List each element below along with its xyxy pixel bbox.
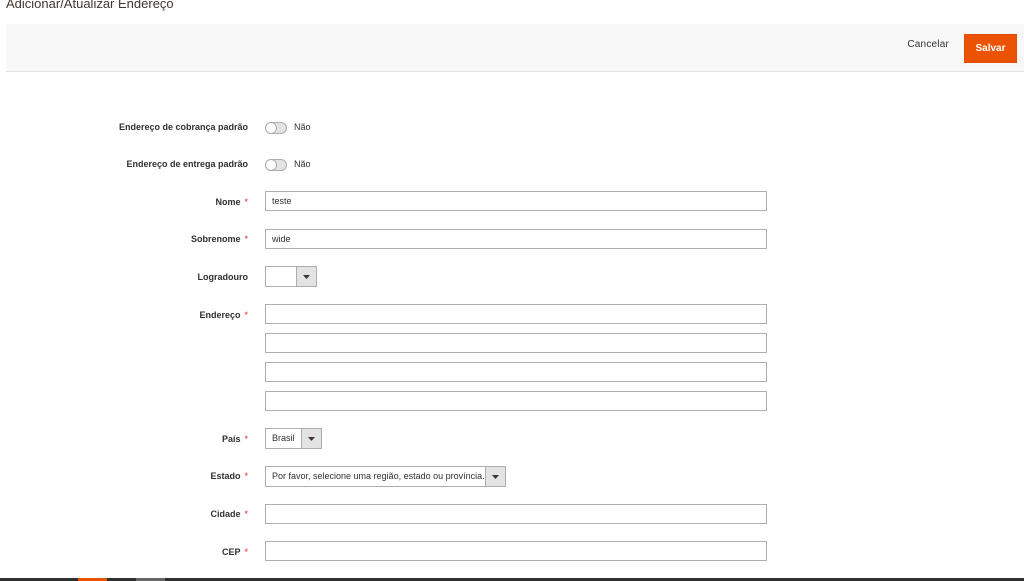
postcode-label: CEP * — [48, 547, 248, 557]
region-select[interactable]: Por favor, selecione uma região, estado … — [265, 466, 506, 487]
country-value: Brasil — [272, 433, 295, 443]
default-billing-toggle[interactable] — [265, 122, 287, 134]
street-prefix-label-text: Logradouro — [197, 272, 249, 282]
last-name-label-text: Sobrenome — [190, 234, 241, 244]
postcode-input[interactable] — [265, 541, 767, 561]
chevron-down-icon — [296, 267, 316, 286]
required-marker: * — [244, 547, 248, 557]
default-billing-label-text: Endereço de cobrança padrão — [118, 122, 248, 132]
page-title: Adicionar/Atualizar Endereço — [6, 0, 174, 11]
street-line-2-input[interactable] — [265, 333, 767, 353]
default-shipping-toggle[interactable] — [265, 159, 287, 171]
country-label-text: País — [221, 434, 241, 444]
required-marker: * — [244, 197, 248, 207]
first-name-input[interactable]: teste — [265, 191, 767, 211]
street-label: Endereço * — [48, 310, 248, 320]
country-label: País * — [48, 434, 248, 444]
street-line-1-input[interactable] — [265, 304, 767, 324]
city-input[interactable] — [265, 504, 767, 524]
postcode-label-text: CEP — [221, 547, 241, 557]
street-line-3-input[interactable] — [265, 362, 767, 382]
required-marker: * — [244, 509, 248, 519]
default-shipping-label-text: Endereço de entrega padrão — [126, 159, 248, 169]
street-prefix-select[interactable] — [265, 266, 317, 287]
region-label: Estado * — [48, 471, 248, 481]
default-shipping-label: Endereço de entrega padrão — [48, 159, 248, 169]
default-billing-label: Endereço de cobrança padrão — [48, 122, 248, 132]
region-label-text: Estado — [210, 471, 241, 481]
country-select[interactable]: Brasil — [265, 428, 322, 449]
street-prefix-label: Logradouro — [48, 272, 249, 282]
required-marker: * — [244, 471, 248, 481]
required-marker: * — [244, 434, 248, 444]
street-line-4-input[interactable] — [265, 391, 767, 411]
required-marker: * — [244, 234, 248, 244]
required-marker: * — [244, 310, 248, 320]
chevron-down-icon — [485, 467, 505, 486]
default-shipping-state: Não — [294, 159, 311, 169]
last-name-label: Sobrenome * — [48, 234, 248, 244]
cancel-button[interactable]: Cancelar — [907, 39, 949, 50]
actions-bar: Cancelar Salvar — [6, 24, 1024, 72]
first-name-label: Nome * — [48, 197, 248, 207]
first-name-label-text: Nome — [215, 197, 241, 207]
street-label-text: Endereço — [199, 310, 241, 320]
save-button[interactable]: Salvar — [964, 34, 1017, 63]
last-name-input[interactable]: wide — [265, 229, 767, 249]
city-label: Cidade * — [48, 509, 248, 519]
region-value: Por favor, selecione uma região, estado … — [272, 471, 485, 481]
chevron-down-icon — [301, 429, 321, 448]
default-billing-state: Não — [294, 122, 311, 132]
city-label-text: Cidade — [210, 509, 241, 519]
